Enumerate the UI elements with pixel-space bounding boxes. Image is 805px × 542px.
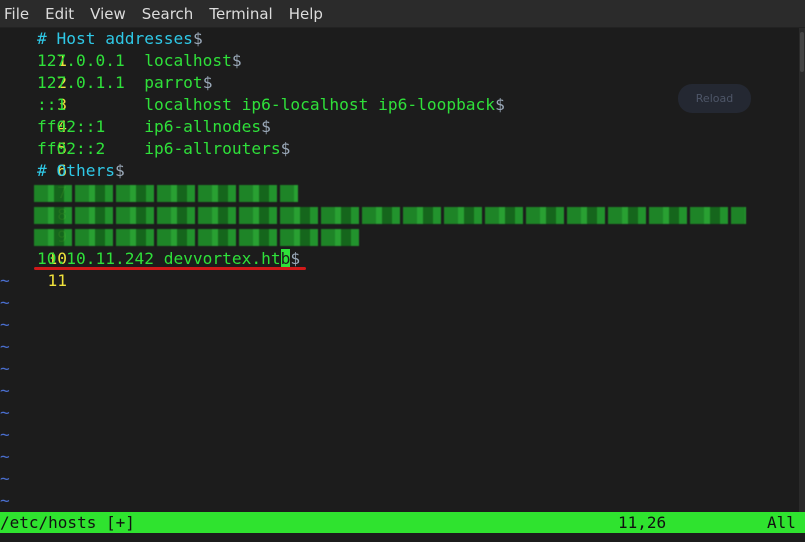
empty-line-tilde: ~ — [0, 271, 10, 290]
editor-line: 7 # Others$ — [0, 160, 125, 202]
editor-line: 5 ff02::1 ip6-allnodes$ — [0, 116, 271, 158]
reload-button[interactable]: Reload — [678, 84, 751, 113]
menu-edit[interactable]: Edit — [41, 5, 84, 23]
redacted-block — [34, 229, 360, 246]
line-text: # Others — [37, 161, 115, 180]
text-cursor: b — [280, 249, 291, 268]
eol-marker: $ — [290, 249, 301, 268]
eol-marker: $ — [192, 29, 203, 48]
empty-line-tilde: ~ — [0, 337, 10, 356]
eol-marker: $ — [231, 51, 242, 70]
menu-bar: File Edit View Search Terminal Help — [0, 0, 805, 28]
editor-line-redacted: 10 — [0, 226, 799, 268]
empty-line-tilde: ~ — [0, 403, 10, 422]
editor-line: 6 ff02::2 ip6-allrouters$ — [0, 138, 290, 180]
eol-marker: $ — [202, 73, 213, 92]
menu-terminal[interactable]: Terminal — [205, 5, 282, 23]
eol-marker: $ — [114, 161, 125, 180]
editor-line: 1 # Host addresses$ — [0, 28, 203, 70]
line-text: ff02::2 ip6-allrouters — [37, 139, 281, 158]
menu-view[interactable]: View — [86, 5, 136, 23]
empty-line-tilde: ~ — [0, 425, 10, 444]
empty-line-tilde: ~ — [0, 315, 10, 334]
redacted-block — [34, 207, 746, 224]
empty-line-tilde: ~ — [0, 359, 10, 378]
empty-line-tilde: ~ — [0, 469, 10, 488]
redacted-block — [34, 185, 298, 202]
status-line: /etc/hosts [+] 11,26 All — [0, 512, 805, 533]
line-number: 11 — [47, 271, 67, 290]
status-cursor-position: 11,26 — [618, 513, 667, 532]
red-underline-annotation — [34, 267, 306, 270]
eol-marker: $ — [495, 95, 505, 114]
status-filename: /etc/hosts [+] — [0, 513, 135, 532]
scrollbar[interactable] — [799, 28, 805, 512]
line-text: ::1 localhost ip6-localhost ip6-loopback — [37, 95, 496, 114]
line-text: 127.0.0.1 localhost — [37, 51, 232, 70]
empty-line-tilde: ~ — [0, 381, 10, 400]
line-text: 10.10.11.242 devvortex.ht — [37, 249, 281, 268]
menu-file[interactable]: File — [0, 5, 39, 23]
scrollbar-thumb[interactable] — [800, 32, 804, 72]
empty-line-tilde: ~ — [0, 447, 10, 466]
line-text: # Host addresses — [37, 29, 193, 48]
line-text: 127.0.1.1 parrot — [37, 73, 203, 92]
editor-line-redacted: 9 — [0, 204, 799, 246]
editor-line: 3 127.0.1.1 parrot$ — [0, 72, 212, 114]
eol-marker: $ — [280, 139, 291, 158]
empty-line-tilde: ~ — [0, 293, 10, 312]
line-text: ff02::1 ip6-allnodes — [37, 117, 262, 136]
status-scroll: All — [767, 513, 796, 532]
editor-line-redacted: 8 — [0, 182, 799, 224]
eol-marker: $ — [261, 117, 271, 136]
editor-line: 2 127.0.0.1 localhost$ — [0, 50, 242, 92]
command-line[interactable] — [0, 533, 805, 542]
editor-line: 4 ::1 localhost ip6-localhost ip6-loopba… — [0, 94, 505, 136]
menu-help[interactable]: Help — [285, 5, 333, 23]
menu-search[interactable]: Search — [138, 5, 204, 23]
empty-line-tilde: ~ — [0, 491, 10, 510]
